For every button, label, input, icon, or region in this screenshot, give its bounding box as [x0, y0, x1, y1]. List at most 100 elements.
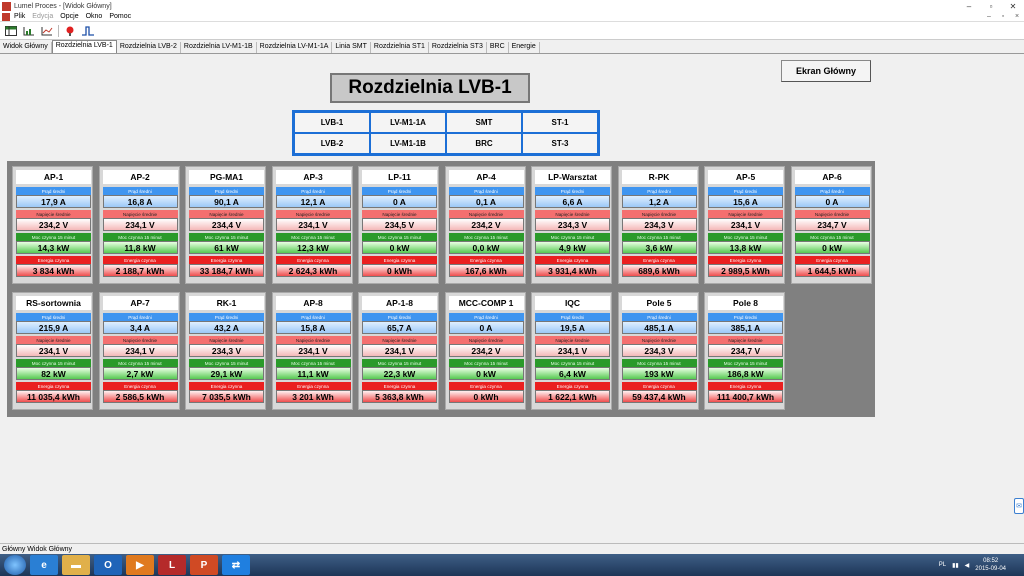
- nav-button-lvb-1[interactable]: LVB-1: [295, 113, 369, 132]
- child-restore-icon[interactable]: ▫: [996, 13, 1010, 20]
- chat-icon[interactable]: ✉: [1014, 498, 1024, 514]
- feeder-card[interactable]: RK-1 Prąd średni 43,2 A Napięcie średnie 234…: [185, 292, 266, 410]
- nav-button-lv-m1-1a[interactable]: LV-M1-1A: [371, 113, 445, 132]
- feeder-card[interactable]: AP-5 Prąd średni 15,6 A Napięcie średnie 234…: [704, 166, 785, 284]
- title-bar: Lumel Proces - [Widok Główny] – ▫ ✕: [0, 0, 1024, 12]
- voltage-value: 234,3 V: [621, 218, 697, 231]
- power-value: 3,6 kW: [621, 241, 697, 254]
- feeder-card[interactable]: AP-3 Prąd średni 12,1 A Napięcie średnie 234…: [271, 166, 353, 284]
- table-icon[interactable]: [4, 24, 18, 38]
- feeder-card[interactable]: AP-1 Prąd średni 17,9 A Napięcie średnie 234…: [12, 166, 93, 284]
- feeder-card[interactable]: AP-8 Prąd średni 15,8 A Napięcie średnie 234…: [271, 292, 353, 410]
- media-player-icon[interactable]: ▶: [126, 555, 154, 575]
- start-button[interactable]: [4, 555, 26, 575]
- minimize-icon[interactable]: –: [958, 0, 980, 12]
- app-icon: [2, 1, 11, 11]
- tab-rozdzielnia-lv-m1-1b[interactable]: Rozdzielnia LV-M1-1B: [181, 42, 257, 53]
- menu-options[interactable]: Opcje: [60, 13, 78, 20]
- voltage-value: 234,1 V: [275, 344, 351, 357]
- nav-button-lv-m1-1b[interactable]: LV-M1-1B: [371, 134, 445, 153]
- nav-button-smt[interactable]: SMT: [447, 113, 521, 132]
- tab-linia-smt[interactable]: Linia SMT: [332, 42, 371, 53]
- voltage-value: 234,7 V: [708, 344, 783, 357]
- feeder-name: PG-MA1: [189, 170, 264, 184]
- current-label: Prąd średni: [275, 313, 351, 321]
- teamviewer-icon[interactable]: ⇄: [222, 555, 250, 575]
- tab-rozdzielnia-st3[interactable]: Rozdzielnia ST3: [429, 42, 487, 53]
- energy-label: Energia czynna: [621, 382, 697, 390]
- tab-rozdzielnia-lvb-2[interactable]: Rozdzielnia LVB-2: [117, 42, 181, 53]
- feeder-card[interactable]: AP-1-8 Prąd średni 65,7 A Napięcie średnie 2…: [358, 292, 439, 410]
- feeder-card[interactable]: R-PK Prąd średni 1,2 A Napięcie średnie 234,…: [617, 166, 699, 284]
- tab-energie[interactable]: Energie: [509, 42, 540, 53]
- folder-icon[interactable]: ▬: [62, 555, 90, 575]
- voltage-value: 234,2 V: [448, 344, 524, 357]
- nav-button-st-1[interactable]: ST-1: [523, 113, 597, 132]
- clock[interactable]: 08:52 2015-09-04: [975, 557, 1012, 573]
- alarm-icon[interactable]: [63, 24, 77, 38]
- feeder-card[interactable]: AP-4 Prąd średni 0,1 A Napięcie średnie 234,…: [444, 166, 526, 284]
- volume-icon[interactable]: ◀: [965, 562, 970, 569]
- voltage-label: Napięcie średnie: [535, 336, 610, 344]
- nav-button-brc[interactable]: BRC: [447, 134, 521, 153]
- page-title: Rozdzielnia LVB-1: [330, 73, 530, 103]
- outlook-icon[interactable]: O: [94, 555, 122, 575]
- feeder-name: AP-4: [448, 170, 524, 184]
- feeder-card[interactable]: LP-Warsztat Prąd średni 6,6 A Napięcie śred…: [531, 166, 612, 284]
- menu-bar: Plik Edycja Opcje Okno Pomoc – ▫ ×: [0, 12, 1024, 22]
- tab-widok-główny[interactable]: Widok Główny: [0, 42, 52, 53]
- signal-icon[interactable]: [81, 24, 95, 38]
- power-label: Moc czynna 15 minut: [708, 359, 783, 367]
- menu-file[interactable]: Plik: [14, 13, 25, 20]
- feeder-card[interactable]: AP-7 Prąd średni 3,4 A Napięcie średnie 234,…: [98, 292, 180, 410]
- language-indicator[interactable]: PL: [939, 562, 946, 568]
- network-icon[interactable]: ▮▮: [952, 562, 959, 569]
- child-close-icon[interactable]: ×: [1010, 13, 1024, 20]
- lumel-app-icon[interactable]: L: [158, 555, 186, 575]
- feeder-card[interactable]: LP-11 Prąd średni 0 A Napięcie średnie 234,5…: [358, 166, 439, 284]
- close-icon[interactable]: ✕: [1002, 0, 1024, 12]
- feeder-card[interactable]: PG-MA1 Prąd średni 90,1 A Napięcie średnie 2…: [185, 166, 266, 284]
- status-text: Główny Widok Główny: [2, 545, 73, 553]
- menu-window[interactable]: Okno: [86, 13, 103, 20]
- feeder-card[interactable]: AP-2 Prąd średni 16,8 A Napięcie średnie 234…: [98, 166, 180, 284]
- power-label: Moc czynna 15 minut: [275, 233, 351, 241]
- feeder-name: AP-1: [16, 170, 91, 184]
- current-value: 0 A: [362, 195, 437, 208]
- current-label: Prąd średni: [621, 187, 697, 195]
- feeder-card[interactable]: Pole 5 Prąd średni 485,1 A Napięcie średnie…: [617, 292, 699, 410]
- voltage-value: 234,3 V: [535, 218, 610, 231]
- nav-button-st-3[interactable]: ST-3: [523, 134, 597, 153]
- voltage-value: 234,1 V: [16, 344, 91, 357]
- voltage-value: 234,1 V: [362, 344, 437, 357]
- feeder-name: RS-sortownia: [16, 296, 91, 310]
- feeder-card[interactable]: Pole 8 Prąd średni 385,1 A Napięcie średnie…: [704, 292, 785, 410]
- voltage-label: Napięcie średnie: [362, 210, 437, 218]
- home-screen-button[interactable]: Ekran Główny: [781, 60, 871, 82]
- child-minimize-icon[interactable]: –: [982, 13, 996, 20]
- window-title: Lumel Proces - [Widok Główny]: [14, 2, 112, 10]
- feeder-card[interactable]: IQC Prąd średni 19,5 A Napięcie średnie 234,…: [531, 292, 612, 410]
- tab-brc[interactable]: BRC: [487, 42, 509, 53]
- nav-button-lvb-2[interactable]: LVB-2: [295, 134, 369, 153]
- current-value: 12,1 A: [275, 195, 351, 208]
- powerpoint-icon[interactable]: P: [190, 555, 218, 575]
- menu-help[interactable]: Pomoc: [109, 13, 131, 20]
- ie-icon[interactable]: e: [30, 555, 58, 575]
- energy-value: 3 834 kWh: [16, 264, 91, 277]
- voltage-label: Napięcie średnie: [362, 336, 437, 344]
- trend-icon[interactable]: [40, 24, 54, 38]
- tab-rozdzielnia-st1[interactable]: Rozdzielnia ST1: [371, 42, 429, 53]
- tab-rozdzielnia-lvb-1[interactable]: Rozdzielnia LVB-1: [51, 40, 117, 53]
- feeder-card[interactable]: RS-sortownia Prąd średni 215,9 A Napięcie ś…: [12, 292, 93, 410]
- document-icon[interactable]: [2, 12, 10, 21]
- feeder-card[interactable]: MCC-COMP 1 Prąd średni 0 A Napięcie średnie…: [444, 292, 526, 410]
- tab-rozdzielnia-lv-m1-1a[interactable]: Rozdzielnia LV-M1-1A: [257, 42, 333, 53]
- energy-label: Energia czynna: [448, 382, 524, 390]
- maximize-icon[interactable]: ▫: [980, 0, 1002, 12]
- feeder-card[interactable]: AP-6 Prąd średni 0 A Napięcie średnie 234,7 …: [790, 166, 872, 284]
- energy-value: 689,6 kWh: [621, 264, 697, 277]
- energy-label: Energia czynna: [362, 382, 437, 390]
- energy-label: Energia czynna: [16, 256, 91, 264]
- chart-icon[interactable]: [22, 24, 36, 38]
